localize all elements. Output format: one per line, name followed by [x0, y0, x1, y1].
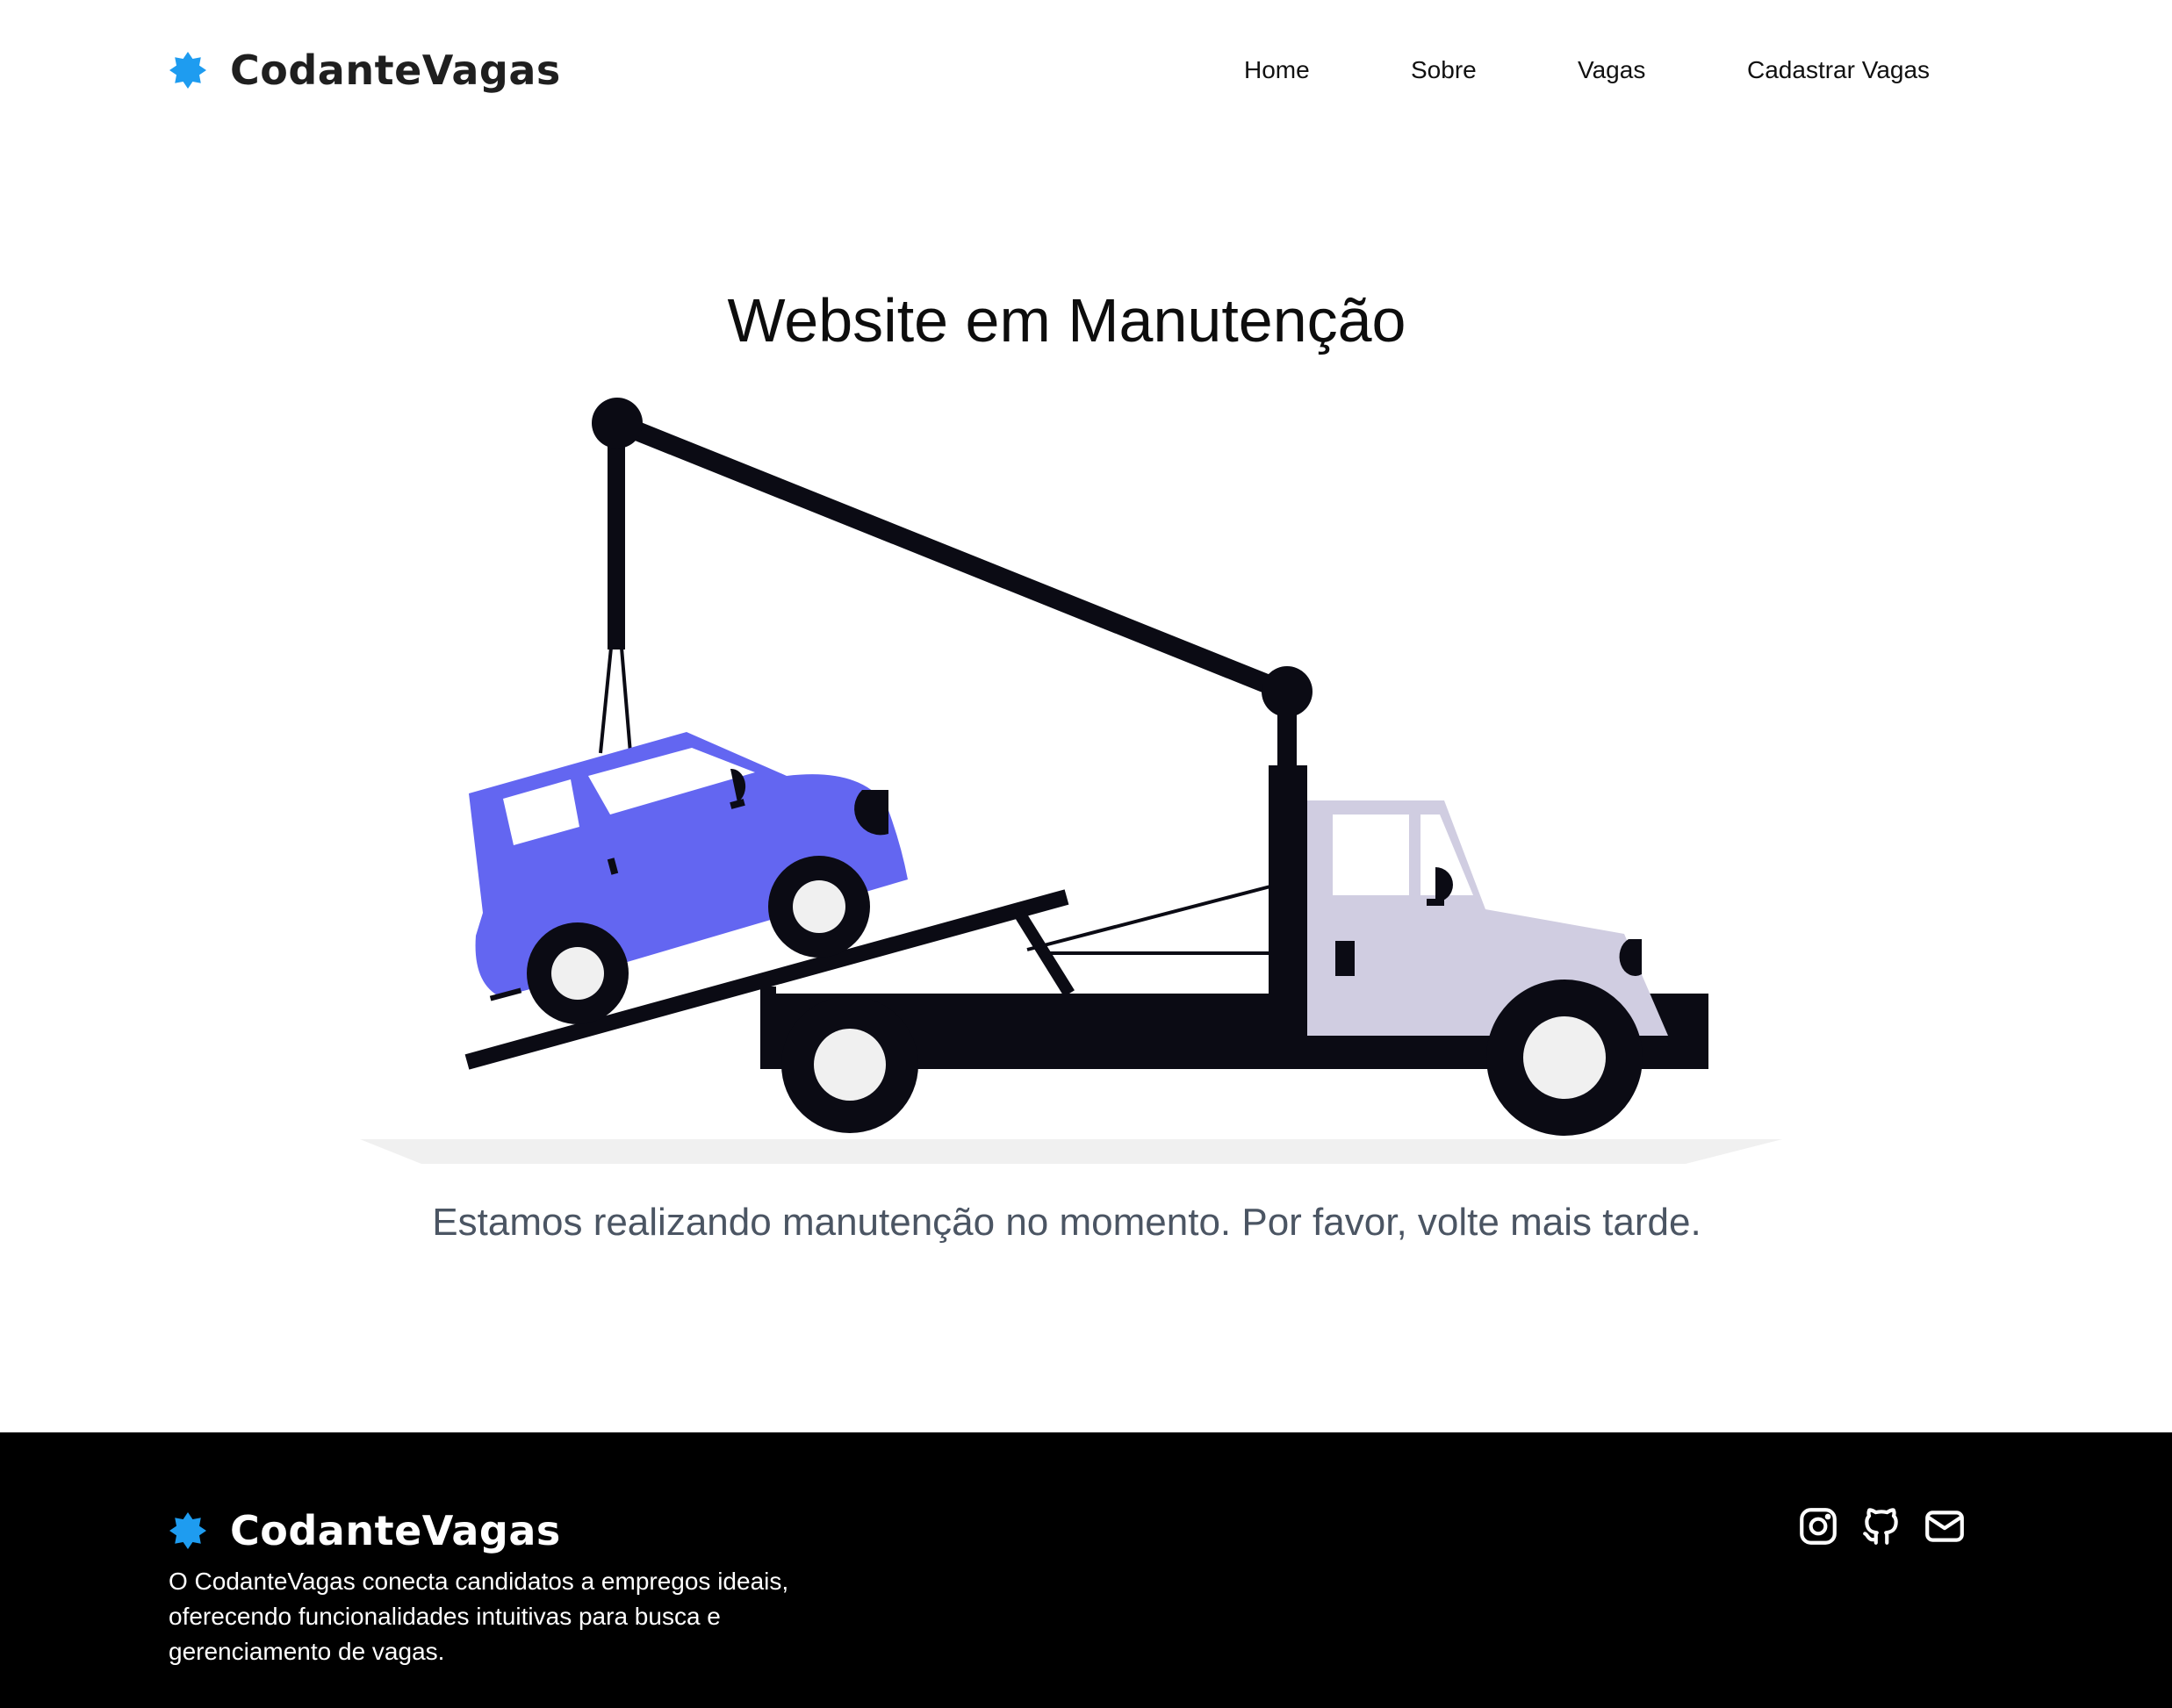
instagram-icon: [1800, 1508, 1837, 1545]
car-rear-hubcap: [551, 947, 604, 1000]
truck-front-hubcap: [1523, 1016, 1606, 1099]
github-icon: [1863, 1508, 1898, 1545]
main-nav: Home Sobre Vagas Cadastrar Vagas: [0, 51, 2172, 90]
ground-shadow: [360, 1139, 1782, 1164]
github-link[interactable]: [1859, 1504, 1903, 1548]
truck-bumper-rear: [760, 987, 776, 1027]
footer-brand-name: CodanteVagas: [230, 1507, 561, 1554]
truck-cab-window: [1333, 815, 1409, 895]
footer-description: O CodanteVagas conecta candidatos a empr…: [169, 1568, 789, 1665]
car-front-hubcap: [793, 880, 845, 933]
hook-cable-left: [599, 647, 613, 754]
footer-brand-logo[interactable]: CodanteVagas: [169, 1503, 561, 1559]
truck-door-handle: [1335, 941, 1355, 976]
mail-link[interactable]: [1923, 1504, 1967, 1548]
tow-truck-illustration: [360, 398, 1782, 1164]
truck-cab-pillar: [1269, 765, 1307, 995]
nav-sobre[interactable]: Sobre: [1411, 51, 1477, 90]
crane-hook-pole: [608, 423, 625, 649]
instagram-link[interactable]: [1796, 1504, 1840, 1548]
lifted-car: [469, 732, 908, 1024]
crane-top-joint: [592, 398, 643, 449]
crane-boom: [613, 413, 1291, 701]
page: CodanteVagas Home Sobre Vagas Cadastrar …: [0, 0, 2172, 1708]
site-header: CodanteVagas Home Sobre Vagas Cadastrar …: [0, 0, 2172, 140]
mail-icon: [1925, 1511, 1964, 1542]
truck-mirror-mount: [1427, 899, 1444, 906]
site-footer: CodanteVagas O CodanteVagas conecta cand…: [0, 1432, 2172, 1708]
truck-rear-hubcap: [814, 1029, 886, 1101]
nav-vagas[interactable]: Vagas: [1578, 51, 1645, 90]
maintenance-message: Estamos realizando manutenção no momento…: [432, 1201, 1701, 1244]
star-logo-icon: [169, 1512, 206, 1549]
page-title: Website em Manutenção: [727, 286, 1406, 355]
hook-cable-right: [620, 647, 632, 754]
nav-home[interactable]: Home: [1244, 51, 1310, 90]
nav-cadastrar-vagas[interactable]: Cadastrar Vagas: [1747, 51, 1930, 90]
